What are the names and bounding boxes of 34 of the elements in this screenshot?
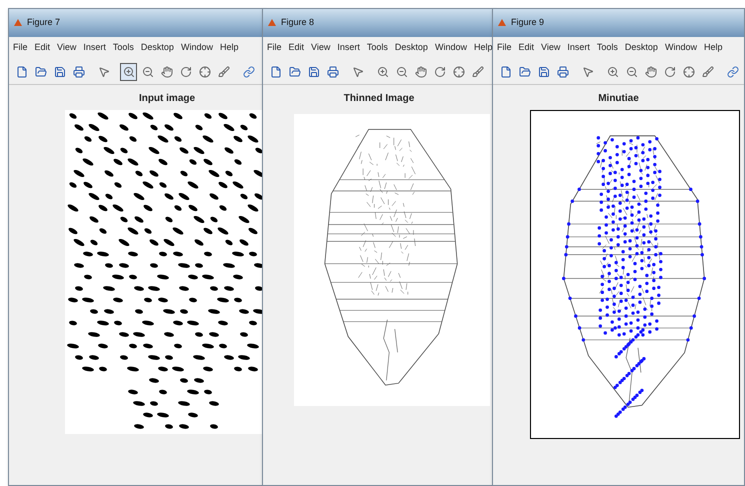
menu-item[interactable]: Edit [34, 41, 50, 55]
window-title: Figure 8 [281, 16, 314, 30]
menu-item[interactable]: Edit [518, 41, 534, 55]
menu-item[interactable]: Desktop [394, 41, 428, 55]
menu-item[interactable]: Insert [337, 41, 360, 55]
menu-item[interactable]: Help [220, 41, 238, 55]
matlab-logo-icon [13, 18, 23, 28]
menu-item[interactable]: View [311, 41, 330, 55]
menu-item[interactable]: Window [180, 41, 213, 55]
window-title: Figure 9 [511, 16, 544, 30]
plot-title: Input image [138, 92, 196, 106]
menu-item[interactable]: Window [434, 41, 467, 55]
menu-item[interactable]: Insert [83, 41, 106, 55]
menu-item[interactable]: Window [664, 41, 697, 55]
window-title: Figure 7 [27, 16, 60, 30]
menu-item[interactable]: Insert [567, 41, 590, 55]
menu-item[interactable]: File [267, 41, 282, 55]
plot-title: Minutiae [597, 92, 640, 106]
matlab-logo-icon [267, 18, 277, 28]
menu-item[interactable]: Tools [112, 41, 134, 55]
zoom-in-icon[interactable] [120, 62, 137, 80]
menu-item[interactable]: Desktop [140, 41, 174, 55]
menu-item[interactable]: Tools [596, 41, 618, 55]
menu-item[interactable]: Desktop [624, 41, 658, 55]
menu-item[interactable]: File [13, 41, 28, 55]
menu-item[interactable]: File [497, 41, 512, 55]
menu-item[interactable]: Help [474, 41, 492, 55]
menu-item[interactable]: Edit [288, 41, 304, 55]
menu-item[interactable]: View [541, 41, 560, 55]
plot-title: Thinned Image [342, 92, 416, 106]
matlab-logo-icon [497, 18, 507, 28]
menu-item[interactable]: Tools [366, 41, 388, 55]
menu-item[interactable]: Help [704, 41, 722, 55]
menu-item[interactable]: View [57, 41, 76, 55]
